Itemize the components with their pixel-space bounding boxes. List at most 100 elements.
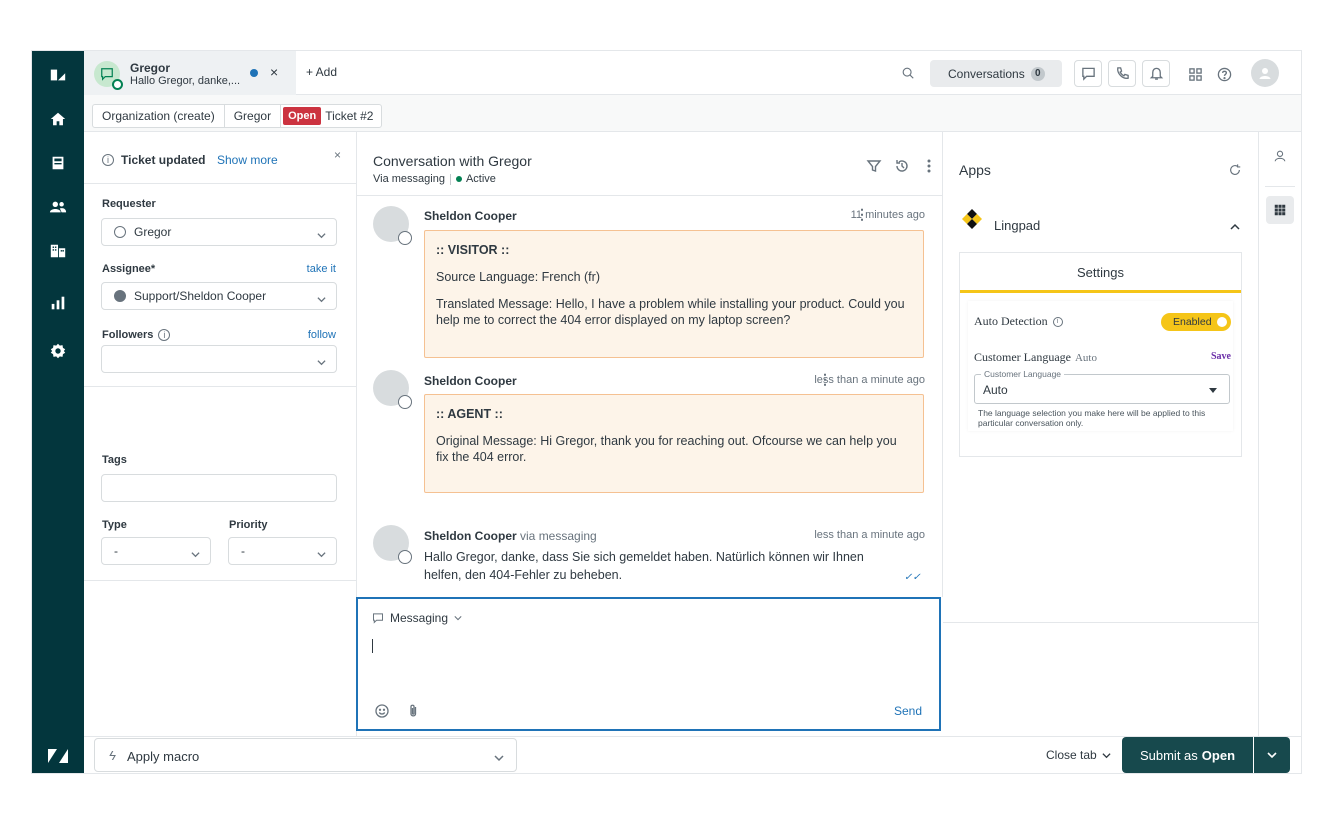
avatar xyxy=(373,525,412,564)
unread-dot xyxy=(250,69,258,77)
chevron-down-icon xyxy=(317,547,326,558)
close-icon[interactable]: × xyxy=(334,148,341,162)
more-options-icon[interactable] xyxy=(921,158,937,174)
chevron-down-icon xyxy=(1102,752,1111,758)
divider xyxy=(84,580,357,581)
chat-icon[interactable] xyxy=(1074,60,1102,87)
agent-avatar-icon xyxy=(114,290,126,302)
followers-select[interactable] xyxy=(101,345,337,373)
priority-label: Priority xyxy=(229,519,268,531)
tags-input[interactable] xyxy=(101,474,337,502)
message-author-name: Sheldon Cooper xyxy=(424,529,517,543)
type-select[interactable]: - xyxy=(101,537,211,565)
conversation-title: Conversation with Gregor xyxy=(373,153,532,169)
divider xyxy=(943,622,1259,623)
conversation-header: Conversation with Gregor Via messaging A… xyxy=(357,132,943,196)
customer-language-text: Customer Language xyxy=(974,350,1071,364)
user-icon xyxy=(398,550,412,564)
search-icon[interactable] xyxy=(898,63,918,83)
close-tab-icon[interactable]: × xyxy=(270,64,278,80)
user-icon xyxy=(398,231,412,245)
home-icon[interactable] xyxy=(32,99,84,139)
reporting-icon[interactable] xyxy=(32,283,84,323)
attachment-icon[interactable] xyxy=(405,703,421,719)
customers-icon[interactable] xyxy=(32,187,84,227)
apply-macro-select[interactable]: ϟ Apply macro xyxy=(94,738,517,772)
breadcrumb-ticket[interactable]: Open Ticket #2 xyxy=(281,105,381,127)
save-button[interactable]: Save xyxy=(1211,351,1231,362)
ticket-properties-panel: i Ticket updated Show more × Requester G… xyxy=(84,132,357,736)
submit-status: Open xyxy=(1201,747,1236,763)
history-icon[interactable] xyxy=(894,158,910,174)
user-avatar[interactable] xyxy=(1251,59,1279,87)
product-tray-icon[interactable] xyxy=(1186,65,1204,83)
submit-button[interactable]: Submit as Open xyxy=(1122,737,1253,773)
requester-value: Gregor xyxy=(134,225,172,239)
add-tab-button[interactable]: + Add xyxy=(306,65,337,79)
message-via: via messaging xyxy=(520,529,597,543)
avatar xyxy=(373,370,412,409)
tags-label: Tags xyxy=(102,454,127,466)
notifications-icon[interactable] xyxy=(1142,60,1170,87)
avatar xyxy=(373,206,412,245)
notice-title: Ticket updated xyxy=(121,153,206,167)
language-help-text: The language selection you make here wil… xyxy=(978,408,1206,428)
message-body: Hallo Gregor, danke, dass Sie sich gemel… xyxy=(424,550,864,582)
apps-panel: Apps Lingpad Settings Auto Detection i E… xyxy=(943,132,1259,736)
logo-icon[interactable] xyxy=(32,55,84,95)
reply-composer[interactable]: Messaging Send xyxy=(356,597,941,731)
conversation-panel: Conversation with Gregor Via messaging A… xyxy=(357,132,943,597)
chat-icon xyxy=(373,613,383,624)
requester-select[interactable]: Gregor xyxy=(101,218,337,246)
admin-icon[interactable] xyxy=(32,331,84,371)
lightning-icon: ϟ xyxy=(109,748,116,763)
settings-tab[interactable]: Settings xyxy=(960,253,1241,293)
followers-label: Followers i xyxy=(102,329,171,341)
organizations-icon[interactable] xyxy=(32,231,84,271)
send-button[interactable]: Send xyxy=(894,704,922,718)
chevron-down-icon xyxy=(1267,752,1277,759)
lingpad-app-frame: Settings Auto Detection i Enabled Custom… xyxy=(959,252,1242,457)
priority-select[interactable]: - xyxy=(228,537,337,565)
phone-icon[interactable] xyxy=(1108,60,1136,87)
channel-selector[interactable]: Messaging xyxy=(372,611,468,625)
emoji-icon[interactable] xyxy=(374,703,390,719)
assignee-select[interactable]: Support/Sheldon Cooper xyxy=(101,282,337,310)
auto-detection-toggle[interactable]: Enabled xyxy=(1161,313,1231,331)
customer-language-select[interactable]: Customer Language Auto xyxy=(974,369,1230,404)
tab-title: Gregor xyxy=(130,61,171,75)
follow-link[interactable]: follow xyxy=(308,329,336,341)
conversations-label: Conversations xyxy=(948,66,1025,81)
help-icon[interactable] xyxy=(1215,65,1233,83)
breadcrumb: Organization (create) Gregor Open Ticket… xyxy=(92,104,383,128)
chevron-up-icon[interactable] xyxy=(1230,220,1240,230)
channel-label: Messaging xyxy=(390,611,449,625)
views-icon[interactable] xyxy=(32,143,84,183)
zendesk-logo-icon[interactable] xyxy=(32,736,84,773)
breadcrumb-organization[interactable]: Organization (create) xyxy=(93,105,225,127)
refresh-icon[interactable] xyxy=(1228,163,1242,177)
customer-context-icon[interactable] xyxy=(1266,142,1294,170)
show-more-link[interactable]: Show more xyxy=(217,153,278,167)
assignee-label: Assignee* xyxy=(102,263,156,275)
submit-options-button[interactable] xyxy=(1254,737,1290,773)
customer-language-current: Auto xyxy=(1074,352,1097,364)
take-it-link[interactable]: take it xyxy=(307,263,336,275)
conversations-button[interactable]: Conversations 0 xyxy=(930,60,1062,87)
message-time: less than a minute ago xyxy=(814,529,925,541)
lingpad-settings-card: Auto Detection i Enabled Customer Langua… xyxy=(968,301,1233,431)
close-tab-menu[interactable]: Close tab xyxy=(1046,748,1111,762)
type-label: Type xyxy=(102,519,127,531)
note-heading: :: VISITOR :: xyxy=(436,243,510,257)
caret-down-icon xyxy=(1209,388,1217,393)
select-legend: Customer Language xyxy=(981,369,1065,379)
note-source-language: Source Language: French (fr) xyxy=(436,270,600,284)
assignee-value: Support/Sheldon Cooper xyxy=(134,289,267,303)
apps-icon[interactable] xyxy=(1266,196,1294,224)
filter-icon[interactable] xyxy=(866,158,882,174)
divider xyxy=(84,386,357,387)
active-status-dot xyxy=(455,176,462,182)
support-workspace: Gregor Hallo Gregor, danke,... × + Add C… xyxy=(31,50,1302,774)
ticket-tab[interactable]: Gregor Hallo Gregor, danke,... × xyxy=(84,51,296,95)
breadcrumb-requester[interactable]: Gregor xyxy=(225,105,282,127)
